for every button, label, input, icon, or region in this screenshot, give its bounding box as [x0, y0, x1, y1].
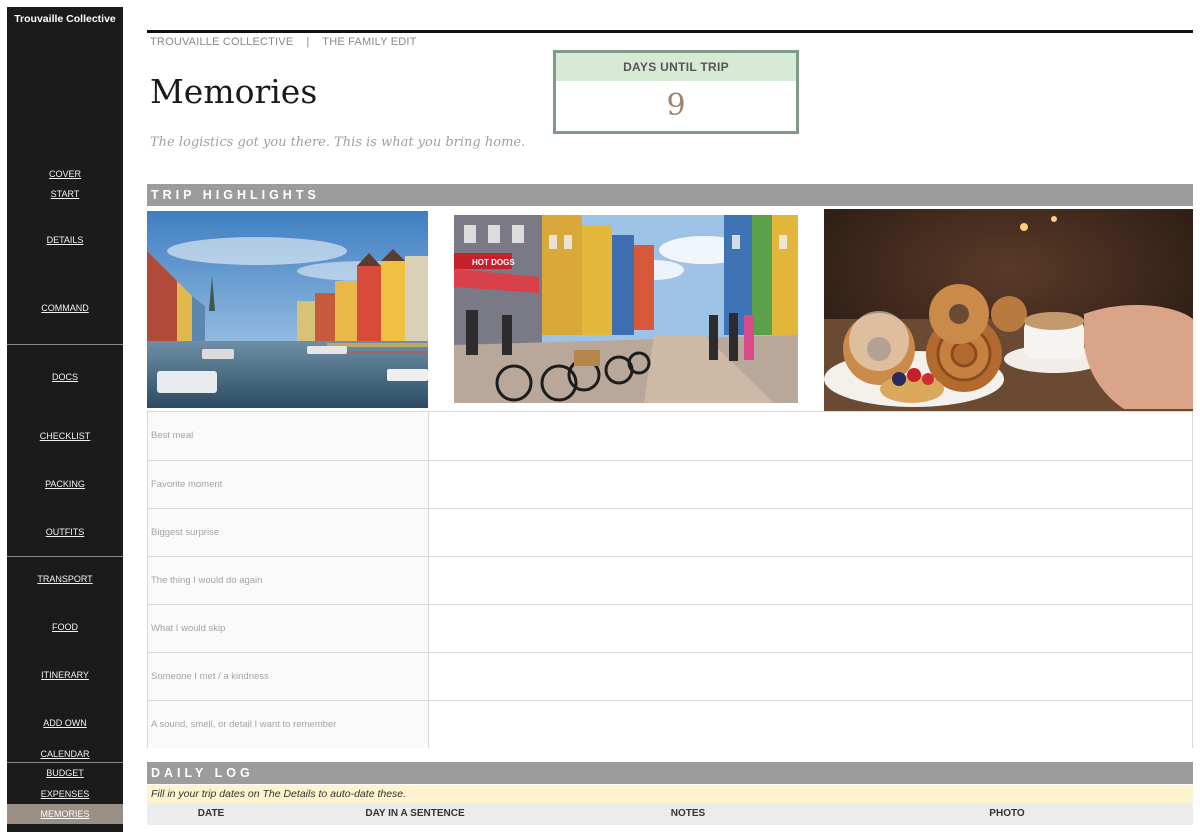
sidebar-divider [7, 762, 123, 763]
highlights-table: Best meal Favorite moment Biggest surpri… [147, 411, 1193, 748]
section-title-trip-highlights: TRIP HIGHLIGHTS [147, 184, 1193, 206]
countdown-value: 9 [666, 88, 686, 123]
highlight-input-do-again[interactable] [429, 557, 1192, 604]
sidebar-item-budget[interactable]: BUDGET [7, 768, 123, 778]
page-title: Memories [150, 72, 318, 111]
highlight-input-best-meal[interactable] [429, 412, 1192, 460]
photo-street-image: HOT DOGS [454, 215, 798, 403]
photo-canal[interactable] [147, 211, 428, 408]
sidebar-item-start[interactable]: START [7, 189, 123, 199]
column-header-photo: PHOTO [989, 808, 1025, 819]
highlight-label: Someone I met / a kindness [148, 653, 429, 700]
sidebar-item-cover[interactable]: COVER [7, 169, 123, 179]
sidebar-item-memories[interactable]: MEMORIES [7, 809, 123, 819]
sidebar-brand: Trouvaille Collective [14, 13, 116, 25]
sidebar-divider [7, 344, 123, 345]
sidebar-item-food[interactable]: FOOD [7, 622, 123, 632]
highlight-row: The thing I would do again [148, 556, 1192, 604]
highlight-input-kindness[interactable] [429, 653, 1192, 700]
sidebar-item-itinerary[interactable]: ITINERARY [7, 670, 123, 680]
sidebar-item-transport[interactable]: TRANSPORT [7, 574, 123, 584]
highlight-label: Biggest surprise [148, 509, 429, 556]
sidebar-item-calendar[interactable]: CALENDAR [7, 749, 123, 759]
sidebar: Trouvaille Collective COVER START DETAIL… [7, 7, 123, 832]
page-tagline: The logistics got you there. This is wha… [150, 135, 526, 150]
photo-canal-image [147, 211, 428, 408]
photo-street[interactable]: HOT DOGS [454, 215, 798, 403]
daily-log-header: DATE DAY IN A SENTENCE NOTES PHOTO [147, 803, 1193, 825]
section-title-daily-log: DAILY LOG [147, 762, 1193, 784]
sidebar-item-outfits[interactable]: OUTFITS [7, 527, 123, 537]
sidebar-divider [7, 556, 123, 557]
highlight-label: What I would skip [148, 605, 429, 652]
highlight-input-biggest-surprise[interactable] [429, 509, 1192, 556]
highlight-input-detail[interactable] [429, 701, 1192, 748]
highlight-row: Favorite moment [148, 460, 1192, 508]
column-header-day-sentence: DAY IN A SENTENCE [365, 808, 465, 819]
photo-cafe[interactable] [824, 209, 1193, 411]
sidebar-item-expenses[interactable]: EXPENSES [7, 789, 123, 799]
sidebar-item-packing[interactable]: PACKING [7, 479, 123, 489]
photo-cafe-image [824, 209, 1193, 411]
daily-log-note: Fill in your trip dates on The Details t… [147, 785, 1193, 803]
sidebar-item-add-own[interactable]: ADD OWN [7, 718, 123, 728]
highlight-label: Favorite moment [148, 461, 429, 508]
highlight-row: A sound, smell, or detail I want to reme… [148, 700, 1192, 748]
sidebar-item-docs[interactable]: DOCS [7, 372, 123, 382]
header-rule [147, 30, 1193, 33]
column-header-notes: NOTES [670, 808, 706, 819]
highlight-row: Biggest surprise [148, 508, 1192, 556]
sidebar-item-details[interactable]: DETAILS [7, 235, 123, 245]
highlight-row: Best meal [148, 412, 1192, 460]
highlight-label: Best meal [148, 412, 429, 460]
sidebar-item-checklist[interactable]: CHECKLIST [7, 431, 123, 441]
shop-sign: HOT DOGS [472, 258, 515, 267]
sidebar-item-command[interactable]: COMMAND [7, 303, 123, 313]
highlight-input-skip[interactable] [429, 605, 1192, 652]
countdown-label: DAYS UNTIL TRIP [556, 53, 796, 81]
column-header-date: DATE [197, 808, 225, 819]
breadcrumb: TROUVAILLE COLLECTIVE | THE FAMILY EDIT [150, 36, 417, 48]
highlight-label: A sound, smell, or detail I want to reme… [148, 701, 429, 748]
highlight-row: What I would skip [148, 604, 1192, 652]
highlight-row: Someone I met / a kindness [148, 652, 1192, 700]
highlight-input-favorite-moment[interactable] [429, 461, 1192, 508]
countdown-card: DAYS UNTIL TRIP 9 [553, 50, 799, 134]
highlight-label: The thing I would do again [148, 557, 429, 604]
